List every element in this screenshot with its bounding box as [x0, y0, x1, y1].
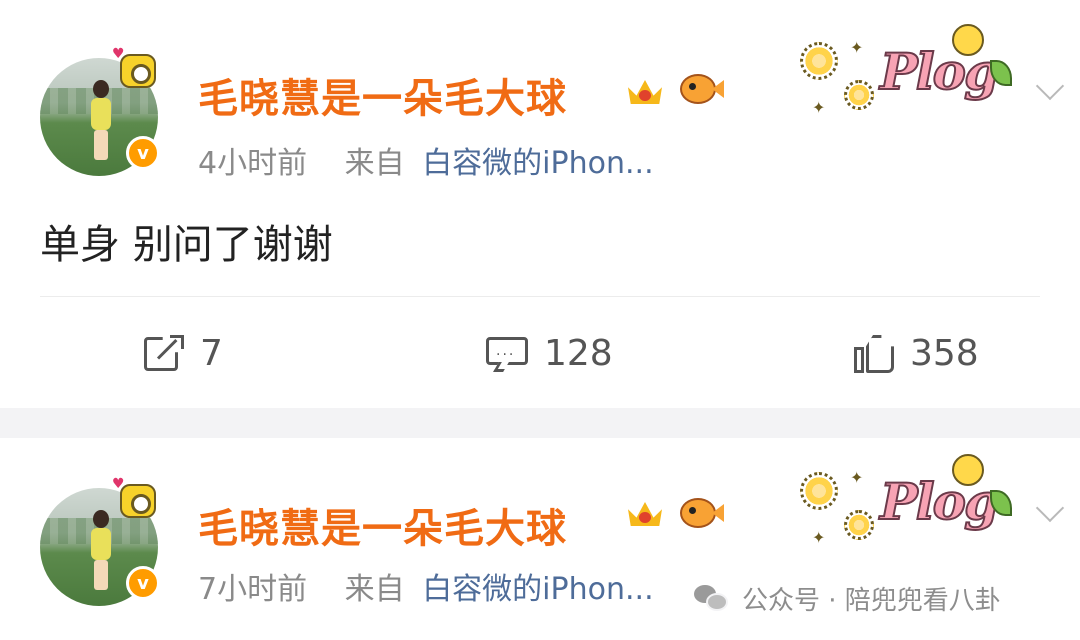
crown-icon — [626, 492, 664, 528]
username[interactable]: 毛晓慧是一朵毛大球 — [198, 66, 567, 124]
post-time: 4小时前 — [198, 146, 308, 181]
comment-button[interactable]: ··· 128 — [486, 330, 613, 376]
plog-sticker: ✦ ✦ Plog — [792, 20, 1022, 130]
verified-badge-icon: v — [126, 136, 160, 170]
share-button[interactable]: 7 — [142, 330, 223, 376]
weibo-post: ♥ v 毛晓慧是一朵毛大球 4小时前 来自 白容微的iPhon... ✦ ✦ P… — [0, 0, 1080, 408]
avatar-sticker-icon: ♥ — [112, 46, 158, 90]
fish-icon — [680, 496, 724, 530]
comment-count: 128 — [544, 332, 613, 374]
like-count: 358 — [910, 332, 979, 374]
divider — [40, 296, 1040, 297]
username[interactable]: 毛晓慧是一朵毛大球 — [198, 496, 567, 554]
share-icon — [142, 333, 186, 373]
avatar-sticker-icon: ♥ — [112, 476, 158, 520]
source-link[interactable]: 白容微的iPhon... — [422, 146, 653, 181]
avatar[interactable]: ♥ v — [40, 46, 160, 176]
watermark-text: 公众号 · 陪兜兜看八卦 — [742, 585, 1001, 616]
like-button[interactable]: 358 — [852, 330, 979, 376]
chevron-down-icon[interactable] — [1034, 498, 1068, 532]
thumbs-up-icon — [852, 333, 896, 373]
post-meta: 4小时前 来自 白容微的iPhon... — [198, 138, 654, 182]
avatar[interactable]: ♥ v — [40, 476, 160, 606]
post-meta: 7小时前 来自 白容微的iPhon... — [198, 564, 654, 608]
wechat-icon — [694, 583, 730, 613]
from-label: 来自 — [344, 146, 405, 181]
watermark: 公众号 · 陪兜兜看八卦 — [694, 578, 1001, 618]
source-link[interactable]: 白容微的iPhon... — [422, 572, 653, 607]
post-content: 单身 别问了谢谢 — [40, 222, 333, 268]
from-label: 来自 — [344, 572, 405, 607]
post-time: 7小时前 — [198, 572, 308, 607]
chevron-down-icon[interactable] — [1034, 76, 1068, 110]
fish-icon — [680, 72, 724, 106]
plog-sticker: ✦ ✦ Plog — [792, 450, 1022, 560]
verified-badge-icon: v — [126, 566, 160, 600]
share-count: 7 — [200, 332, 223, 374]
comment-icon: ··· — [486, 333, 530, 373]
crown-icon — [626, 70, 664, 106]
